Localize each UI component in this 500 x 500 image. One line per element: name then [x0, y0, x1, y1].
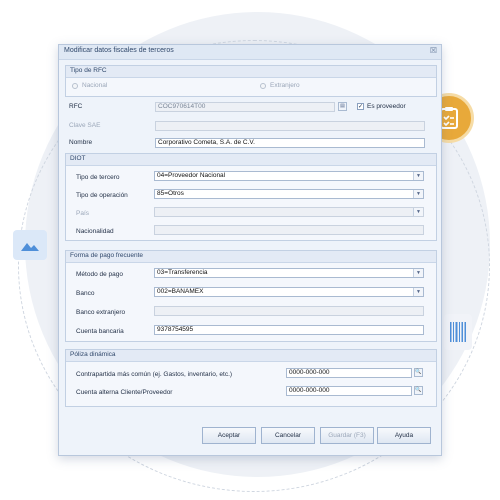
chevron-down-icon[interactable]: ▼	[413, 208, 423, 216]
search-icon[interactable]: 🔍	[414, 368, 423, 377]
banco-extranjero-label: Banco extranjero	[76, 309, 126, 316]
diot-group: DIOT Tipo de tercero 04=Proveedor Nacion…	[65, 153, 437, 241]
clave-sae-label: Clave SAE	[69, 122, 101, 129]
tipo-tercero-select[interactable]: 04=Proveedor Nacional ▼	[154, 171, 424, 181]
contrapartida-field[interactable]: 0000-000-000	[286, 368, 412, 378]
nacionalidad-label: Nacionalidad	[76, 228, 114, 235]
banco-select[interactable]: 002=BANAMEX ▼	[154, 287, 424, 297]
diot-group-label: DIOT	[70, 155, 86, 162]
dialog-title: Modificar datos fiscales de terceros	[64, 47, 174, 54]
chevron-down-icon[interactable]: ▼	[413, 190, 423, 198]
forma-pago-group: Forma de pago frecuente Método de pago 0…	[65, 250, 437, 342]
es-proveedor-label: Es proveedor	[367, 103, 406, 110]
banco-value: 002=BANAMEX	[157, 288, 204, 295]
tipo-operacion-value: 85=Otros	[157, 190, 184, 197]
cuenta-alterna-label: Cuenta alterna Cliente/Proveedor	[76, 389, 173, 396]
es-proveedor-checkbox[interactable]: ✓	[357, 103, 364, 110]
cuenta-bancaria-label: Cuenta bancaria	[76, 328, 124, 335]
chevron-down-icon[interactable]: ▼	[413, 172, 423, 180]
tipo-tercero-label: Tipo de tercero	[76, 174, 120, 181]
pais-select[interactable]: ▼	[154, 207, 424, 217]
tipo-tercero-value: 04=Proveedor Nacional	[157, 172, 226, 179]
banco-extranjero-field[interactable]	[154, 306, 424, 316]
poliza-group: Póliza dinámica Contrapartida más común …	[65, 349, 437, 407]
banco-label: Banco	[76, 290, 95, 297]
radio-nacional[interactable]	[72, 83, 78, 89]
aceptar-button[interactable]: Aceptar	[202, 427, 256, 444]
metodo-pago-select[interactable]: 03=Transferencia ▼	[154, 268, 424, 278]
cuenta-bancaria-field[interactable]: 9378754595	[154, 325, 424, 335]
close-icon[interactable]: ☒	[430, 46, 437, 55]
radio-nacional-label: Nacional	[82, 82, 108, 89]
forma-pago-group-label: Forma de pago frecuente	[70, 252, 143, 259]
search-icon[interactable]: 🔍	[414, 386, 423, 395]
cancelar-button[interactable]: Cancelar	[261, 427, 315, 444]
contrapartida-label: Contrapartida más común (ej. Gastos, inv…	[76, 371, 233, 378]
nombre-label: Nombre	[69, 139, 93, 146]
chevron-down-icon[interactable]: ▼	[413, 288, 423, 296]
cuenta-alterna-field[interactable]: 0000-000-000	[286, 386, 412, 396]
tipo-rfc-group-label: Tipo de RFC	[70, 67, 107, 74]
title-bar: Modificar datos fiscales de terceros ☒	[59, 45, 441, 60]
tipo-operacion-select[interactable]: 85=Otros ▼	[154, 189, 424, 199]
rfc-lookup-icon[interactable]: ▤	[338, 102, 347, 111]
chevron-down-icon[interactable]: ▼	[413, 269, 423, 277]
ayuda-button[interactable]: Ayuda	[377, 427, 431, 444]
radio-extranjero-label: Extranjero	[270, 82, 300, 89]
barcode-icon	[444, 314, 472, 350]
dialog-window: Modificar datos fiscales de terceros ☒ T…	[58, 44, 442, 456]
pais-label: País	[76, 210, 90, 217]
rfc-field[interactable]: COC970614T00	[155, 102, 335, 112]
poliza-group-label: Póliza dinámica	[70, 351, 116, 358]
nacionalidad-field[interactable]	[154, 225, 424, 235]
nombre-field[interactable]: Corporativo Cometa, S.A. de C.V.	[155, 138, 425, 148]
radio-extranjero[interactable]	[260, 83, 266, 89]
image-icon	[13, 230, 47, 260]
tipo-operacion-label: Tipo de operación	[76, 192, 128, 199]
guardar-button[interactable]: Guardar (F3)	[320, 427, 374, 444]
tipo-rfc-group: Tipo de RFC Nacional Extranjero	[65, 65, 437, 97]
metodo-pago-value: 03=Transferencia	[157, 269, 208, 276]
clave-sae-field[interactable]	[155, 121, 425, 131]
rfc-label: RFC	[69, 103, 83, 110]
metodo-pago-label: Método de pago	[76, 271, 123, 278]
